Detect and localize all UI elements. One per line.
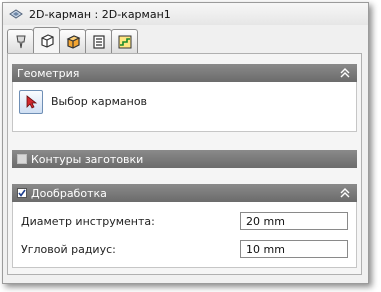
- tab-bar: [7, 27, 138, 53]
- section-geometry-title: Геометрия: [17, 66, 80, 80]
- cube-orange-icon: [66, 34, 80, 49]
- feature-dialog: 2D-карман : 2D-карман1 Геометрия Выбор к…: [2, 2, 369, 284]
- tab-stock[interactable]: [59, 29, 86, 53]
- parameters-panel: Геометрия Выбор карманов Контуры заготов…: [7, 53, 362, 275]
- list-icon: [92, 34, 105, 49]
- section-geometry-body: Выбор карманов: [12, 82, 357, 132]
- section-rest-machining-title: Дообработка: [31, 186, 107, 200]
- section-rest-machining-header[interactable]: Дообработка: [12, 184, 357, 202]
- cube-icon: [40, 33, 54, 48]
- checkmark-icon: [18, 189, 26, 197]
- section-stock-contours-title: Контуры заготовки: [31, 152, 144, 166]
- collapse-chevron-icon[interactable]: [339, 187, 351, 199]
- tab-geometry[interactable]: [33, 27, 60, 53]
- collapse-chevron-icon[interactable]: [339, 67, 351, 79]
- tool-diameter-label: Диаметр инструмента:: [21, 215, 155, 228]
- rest-machining-checkbox[interactable]: [17, 188, 27, 198]
- tool-diameter-input[interactable]: [240, 212, 348, 230]
- window-title: 2D-карман : 2D-карман1: [29, 7, 171, 21]
- section-rest-machining-body: Диаметр инструмента: Угловой радиус:: [12, 202, 357, 268]
- section-stock-contours-header[interactable]: Контуры заготовки: [12, 150, 357, 168]
- stock-contours-checkbox[interactable]: [17, 154, 27, 164]
- corner-radius-label: Угловой радиус:: [21, 243, 116, 256]
- tab-tool[interactable]: [7, 29, 34, 53]
- pointer-icon: [26, 95, 38, 109]
- pocket-feature-icon: [9, 9, 23, 19]
- tab-linking[interactable]: [111, 29, 138, 53]
- tool-icon: [15, 35, 26, 48]
- corner-radius-input[interactable]: [240, 240, 348, 258]
- title-bar: 2D-карман : 2D-карман1: [3, 3, 368, 25]
- steps-icon: [118, 35, 131, 48]
- select-pockets-label: Выбор карманов: [51, 95, 148, 108]
- section-geometry-header[interactable]: Геометрия: [12, 64, 357, 82]
- tab-passes[interactable]: [85, 29, 112, 53]
- select-pockets-button[interactable]: [19, 90, 43, 114]
